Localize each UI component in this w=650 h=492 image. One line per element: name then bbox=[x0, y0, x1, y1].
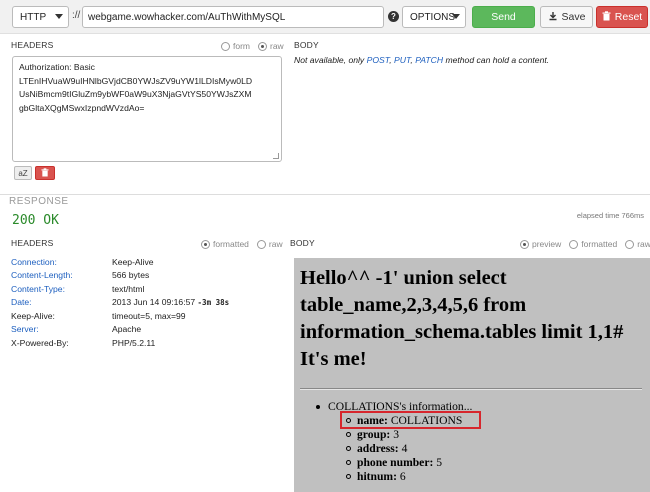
chevron-down-icon bbox=[452, 14, 460, 19]
send-label: Send bbox=[491, 11, 516, 23]
response-body-mode: preview formatted raw bbox=[512, 239, 650, 249]
header-key-keep-alive: Keep-Alive: bbox=[11, 311, 55, 321]
response-body-title: BODY bbox=[290, 238, 315, 248]
method-value: OPTIONS bbox=[410, 11, 456, 23]
field-label: group: bbox=[357, 428, 391, 441]
sublist-bullet bbox=[346, 432, 351, 437]
header-key-date[interactable]: Date: bbox=[11, 297, 32, 307]
chevron-down-icon bbox=[55, 14, 63, 19]
header-line: gbGltaXQgMSwxIzpndWVzdAo= bbox=[19, 102, 145, 113]
date-value: 2013 Jun 14 09:16:57 bbox=[112, 297, 196, 307]
field-phone: phone number: 5 bbox=[357, 456, 442, 470]
highlight-box bbox=[340, 411, 481, 429]
header-key-connection[interactable]: Connection: bbox=[11, 257, 57, 267]
url-input[interactable]: webgame.wowhacker.com/AuThWithMySQL bbox=[82, 6, 384, 28]
headers-title: HEADERS bbox=[11, 40, 54, 50]
field-label: phone number: bbox=[357, 456, 434, 469]
preview-radio-label: preview bbox=[532, 239, 562, 249]
list-bullet bbox=[316, 405, 320, 409]
reset-button[interactable]: Reset bbox=[596, 6, 648, 28]
header-key-content-type[interactable]: Content-Type: bbox=[11, 284, 65, 294]
raw-radio-label: raw bbox=[637, 239, 650, 249]
help-icon[interactable]: ? bbox=[388, 11, 399, 22]
elapsed-time: elapsed time 766ms bbox=[576, 211, 644, 220]
preview-rule bbox=[300, 388, 642, 390]
preview-radio[interactable] bbox=[520, 239, 529, 249]
trash-icon bbox=[41, 167, 49, 179]
put-link[interactable]: PUT bbox=[394, 55, 410, 65]
raw-radio[interactable] bbox=[625, 239, 635, 249]
resize-handle[interactable] bbox=[273, 153, 279, 159]
field-group: group: 3 bbox=[357, 428, 399, 442]
field-value: 4 bbox=[401, 442, 408, 455]
header-key-x-powered-by: X-Powered-By: bbox=[11, 338, 69, 348]
sublist-bullet bbox=[346, 460, 351, 465]
response-title: RESPONSE bbox=[9, 196, 69, 207]
body-unavailable-message: Not available, only POST, PUT, PATCH met… bbox=[294, 55, 549, 65]
header-line: Authorization: Basic bbox=[19, 62, 95, 72]
field-hitnum: hitnum: 6 bbox=[357, 470, 406, 484]
field-value: 5 bbox=[436, 456, 443, 469]
field-label: hitnum: bbox=[357, 470, 397, 483]
response-headers-mode: formatted raw bbox=[193, 239, 283, 249]
sublist-bullet bbox=[346, 474, 351, 479]
headers-mode-toggle: form raw bbox=[213, 41, 284, 51]
response-preview: Hello^^ -1' union select table_name,2,3,… bbox=[294, 258, 650, 492]
sublist-bullet bbox=[346, 446, 351, 451]
download-icon bbox=[548, 11, 558, 24]
protocol-select[interactable]: HTTP bbox=[12, 6, 69, 28]
headers-textarea[interactable]: Authorization: Basic LTEnIHVuaW9uIHNlbGV… bbox=[12, 56, 282, 162]
form-radio[interactable] bbox=[221, 41, 230, 51]
save-label: Save bbox=[561, 11, 586, 23]
header-value: 566 bytes bbox=[112, 270, 150, 280]
sort-label: aZ bbox=[18, 168, 28, 178]
status-code: 200 OK bbox=[12, 213, 59, 228]
header-value: PHP/5.2.11 bbox=[112, 338, 156, 348]
post-link[interactable]: POST bbox=[367, 55, 390, 65]
header-value: text/html bbox=[112, 284, 145, 294]
date-relative: -3m 38s bbox=[197, 298, 230, 307]
header-line: LTEnIHVuaW9uIHNlbGVjdCB0YWJsZV9uYW1lLDIs… bbox=[19, 75, 253, 86]
header-key-server[interactable]: Server: bbox=[11, 324, 39, 334]
field-value: 6 bbox=[399, 470, 406, 483]
method-select[interactable]: OPTIONS bbox=[402, 6, 466, 28]
field-value: 3 bbox=[393, 428, 399, 441]
field-address: address: 4 bbox=[357, 442, 407, 456]
raw-radio[interactable] bbox=[258, 41, 267, 51]
save-button[interactable]: Save bbox=[540, 6, 593, 28]
formatted-radio[interactable] bbox=[569, 239, 579, 249]
delete-headers-button[interactable] bbox=[35, 166, 55, 180]
msg-prefix: Not available, only bbox=[294, 55, 367, 65]
msg-suffix: method can hold a content. bbox=[443, 55, 550, 65]
formatted-radio[interactable] bbox=[201, 239, 210, 249]
formatted-radio-label: formatted bbox=[213, 239, 249, 249]
trash-icon bbox=[602, 10, 611, 24]
form-radio-label: form bbox=[233, 41, 250, 51]
protocol-separator: :// bbox=[72, 10, 81, 21]
send-button[interactable]: Send bbox=[472, 6, 535, 28]
header-key-content-length[interactable]: Content-Length: bbox=[11, 270, 73, 280]
header-value: timeout=5, max=99 bbox=[112, 311, 186, 321]
reset-label: Reset bbox=[614, 11, 643, 23]
formatted-radio-label: formatted bbox=[581, 239, 618, 249]
preview-heading: Hello^^ -1' union select table_name,2,3,… bbox=[300, 267, 624, 370]
header-value: Apache bbox=[112, 324, 142, 334]
field-label: address: bbox=[357, 442, 399, 455]
url-value: webgame.wowhacker.com/AuThWithMySQL bbox=[88, 11, 286, 23]
response-divider bbox=[0, 194, 650, 195]
raw-radio-label: raw bbox=[268, 239, 283, 249]
response-headers-title: HEADERS bbox=[11, 238, 54, 248]
patch-link[interactable]: PATCH bbox=[415, 55, 443, 65]
header-value: 2013 Jun 14 09:16:57 -3m 38s bbox=[112, 297, 229, 307]
raw-radio[interactable] bbox=[256, 239, 266, 249]
raw-radio-label: raw bbox=[270, 41, 284, 51]
header-line: UsNiBmcm9tIGluZm9ybWF0aW9uX3NjaGVtYS50YW… bbox=[19, 89, 252, 100]
body-title: BODY bbox=[294, 40, 319, 50]
protocol-value: HTTP bbox=[20, 11, 47, 23]
header-value: Keep-Alive bbox=[112, 257, 154, 267]
sort-headers-button[interactable]: aZ bbox=[14, 166, 32, 180]
